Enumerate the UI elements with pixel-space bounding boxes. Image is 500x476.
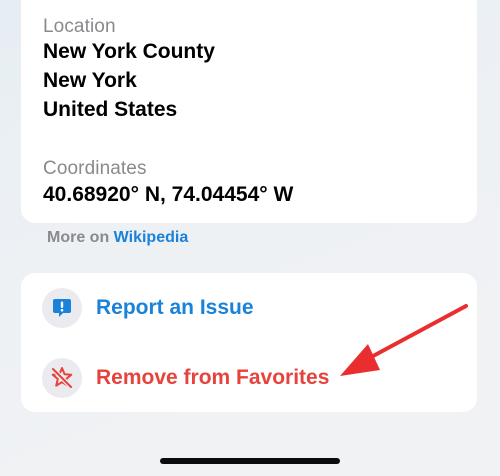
location-value: New York County New York United States — [43, 37, 215, 124]
coordinates-value: 40.68920° N, 74.04454° W — [43, 183, 294, 206]
wikipedia-link[interactable]: Wikipedia — [114, 229, 189, 246]
report-bubble-icon — [42, 288, 82, 328]
home-indicator[interactable] — [160, 458, 340, 464]
location-line-country: United States — [43, 98, 178, 121]
location-label: Location — [43, 16, 116, 37]
location-line-state: New York — [43, 69, 137, 92]
more-on-wikipedia: More on Wikipedia — [47, 229, 188, 247]
place-details-card: Location New York County New York United… — [21, 0, 477, 223]
remove-from-favorites-label: Remove from Favorites — [96, 366, 330, 389]
more-on-prefix: More on — [47, 229, 110, 246]
report-issue-label: Report an Issue — [96, 296, 254, 319]
star-slash-icon — [42, 358, 82, 398]
remove-from-favorites-button[interactable]: Remove from Favorites — [21, 348, 477, 408]
coordinates-label: Coordinates — [43, 158, 147, 179]
location-line-county: New York County — [43, 40, 215, 63]
actions-card: Report an Issue Remove from Favorites — [21, 273, 477, 412]
report-issue-button[interactable]: Report an Issue — [21, 278, 477, 338]
